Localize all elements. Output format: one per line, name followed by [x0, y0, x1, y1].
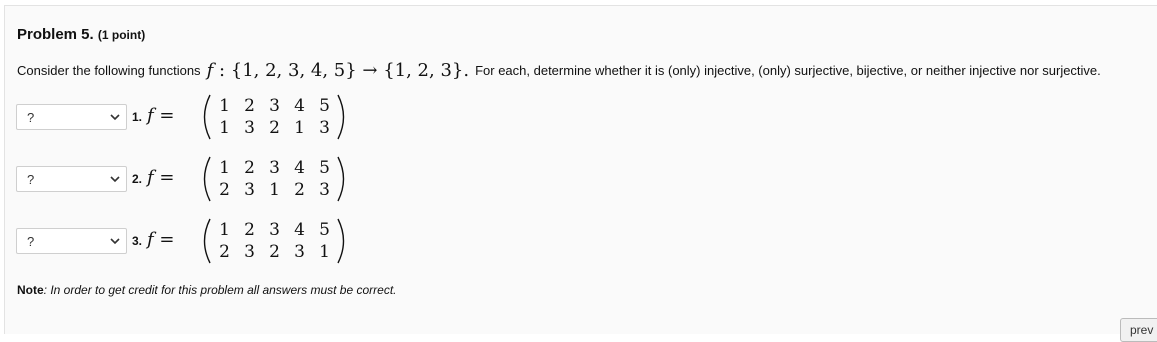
- select-value: ?: [27, 110, 35, 125]
- matrix-cell: 2: [244, 96, 255, 116]
- matrix-cell: 2: [269, 242, 280, 262]
- matrix-cell: 1: [219, 220, 230, 240]
- prev-button[interactable]: prev: [1120, 318, 1157, 342]
- problem-points: (1 point): [97, 28, 146, 42]
- problem-title: Problem 5. (1 point): [17, 26, 145, 43]
- matrix-top-row: 12345: [212, 96, 337, 116]
- problem-statement: Consider the following functions f : {1,…: [17, 56, 1101, 84]
- matrix-cell: 4: [294, 158, 305, 178]
- answer-select-1[interactable]: ?: [16, 104, 127, 130]
- matrix-bottom-row: 23123: [212, 180, 337, 200]
- matrix-cell: 1: [219, 158, 230, 178]
- matrix-cell: 3: [244, 180, 255, 200]
- chevron-down-icon: [110, 176, 120, 183]
- matrix-bottom-row: 23231: [212, 242, 337, 262]
- matrix-top-row: 12345: [212, 158, 337, 178]
- question-row-3: ? 3. f = 12345 23231: [16, 212, 416, 270]
- intro-text: Consider the following functions: [17, 62, 201, 78]
- equals-sign: =: [153, 229, 175, 250]
- matrix-cell: 3: [269, 220, 280, 240]
- matrix-cell: 3: [319, 180, 330, 200]
- matrix-cell: 3: [244, 242, 255, 262]
- matrix-cell: 5: [319, 96, 330, 116]
- function-matrix: 12345 23231: [196, 212, 348, 270]
- matrix-cell: 1: [219, 118, 230, 138]
- function-lhs: f =: [147, 167, 174, 188]
- matrix-cell: 3: [294, 242, 305, 262]
- equals-sign: =: [153, 167, 175, 188]
- function-lhs: f =: [147, 105, 174, 126]
- select-value: ?: [27, 172, 35, 187]
- note-label: Note: [17, 283, 44, 297]
- matrix-cell: 5: [319, 158, 330, 178]
- function-symbol: f: [147, 229, 154, 250]
- item-label: 3.: [132, 234, 143, 248]
- matrix-cell: 1: [294, 118, 305, 138]
- function-matrix: 12345 23123: [196, 150, 348, 208]
- question-row-2: ? 2. f = 12345 23123: [16, 150, 416, 208]
- matrix-cell: 1: [269, 180, 280, 200]
- select-value: ?: [27, 234, 35, 249]
- matrix-cell: 2: [219, 180, 230, 200]
- equals-sign: =: [153, 105, 175, 126]
- chevron-down-icon: [110, 114, 120, 121]
- matrix-cell: 3: [319, 118, 330, 138]
- answer-select-3[interactable]: ?: [16, 228, 127, 254]
- matrix-cell: 1: [219, 96, 230, 116]
- matrix-cell: 5: [319, 220, 330, 240]
- matrix-cell: 4: [294, 96, 305, 116]
- matrix-cell: 2: [269, 118, 280, 138]
- function-lhs: f =: [147, 229, 174, 250]
- matrix-cell: 2: [244, 220, 255, 240]
- instruction-text: For each, determine whether it is (only)…: [475, 62, 1101, 78]
- item-label: 2.: [132, 172, 143, 186]
- function-symbol: f: [147, 105, 154, 126]
- mapping-math: f : {1, 2, 3, 4, 5} → {1, 2, 3}.: [207, 60, 470, 81]
- matrix-cell: 2: [219, 242, 230, 262]
- note: Note: In order to get credit for this pr…: [17, 283, 396, 297]
- matrix-cell: 2: [294, 180, 305, 200]
- question-row-1: ? 1. f = 12345 13213: [16, 88, 416, 146]
- function-matrix: 12345 13213: [196, 88, 348, 146]
- note-text: : In order to get credit for this proble…: [43, 283, 397, 297]
- matrix-cell: 1: [319, 242, 330, 262]
- matrix-cell: 3: [269, 158, 280, 178]
- matrix-cell: 2: [244, 158, 255, 178]
- item-label: 1.: [132, 110, 143, 124]
- function-symbol: f: [147, 167, 154, 188]
- problem-title-text: Problem 5.: [17, 26, 94, 43]
- chevron-down-icon: [110, 238, 120, 245]
- answer-select-2[interactable]: ?: [16, 166, 127, 192]
- matrix-cell: 3: [269, 96, 280, 116]
- math-mapping: : {1, 2, 3, 4, 5} → {1, 2, 3}.: [213, 59, 470, 81]
- matrix-cell: 4: [294, 220, 305, 240]
- matrix-cell: 3: [244, 118, 255, 138]
- matrix-top-row: 12345: [212, 220, 337, 240]
- matrix-bottom-row: 13213: [212, 118, 337, 138]
